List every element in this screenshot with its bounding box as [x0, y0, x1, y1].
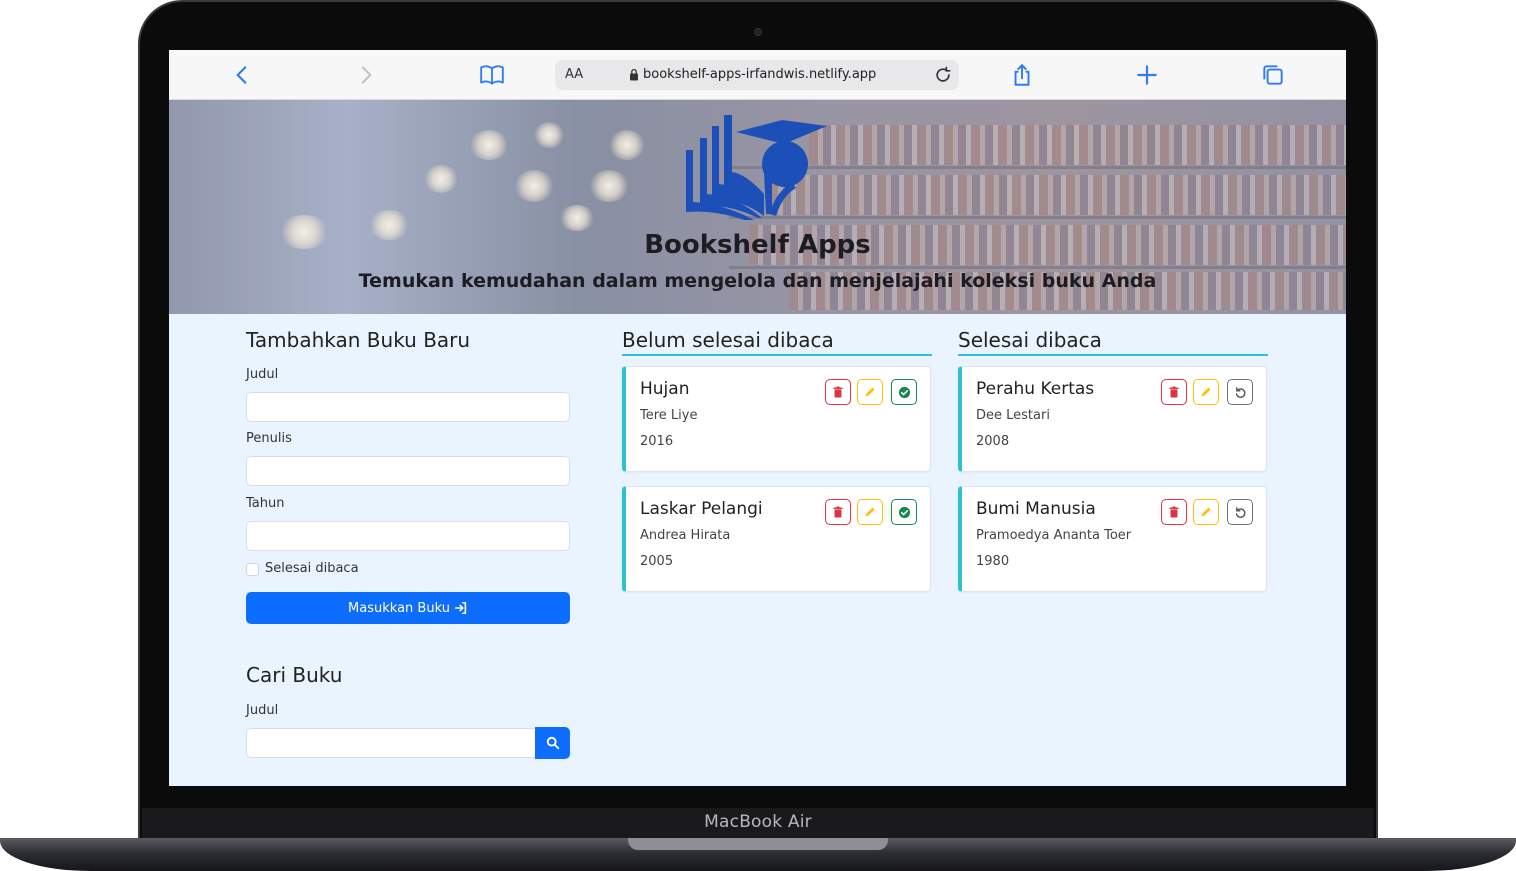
mark-unread-button[interactable] — [1227, 499, 1253, 525]
book-author: Andrea Hirata — [640, 528, 731, 543]
author-input[interactable] — [246, 456, 570, 486]
mark-unread-button[interactable] — [1227, 379, 1253, 405]
title-label: Judul — [246, 367, 279, 382]
read-heading: Selesai dibaca — [958, 328, 1268, 356]
address-bar[interactable]: AA bookshelf-apps-irfandwis.netlify.app — [555, 60, 959, 90]
laptop-notch — [628, 838, 888, 850]
share-icon[interactable] — [1009, 62, 1035, 88]
book-card: Hujan Tere Liye 2016 — [622, 366, 931, 472]
book-author: Tere Liye — [640, 408, 698, 423]
search-icon — [546, 736, 559, 750]
reload-icon[interactable] — [933, 65, 953, 85]
search-label: Judul — [246, 703, 279, 718]
book-year: 1980 — [976, 554, 1010, 569]
book-card: Perahu Kertas Dee Lestari 2008 — [958, 366, 1267, 472]
complete-checkbox-label: Selesai dibaca — [265, 561, 359, 576]
delete-button[interactable] — [825, 499, 851, 525]
screen: AA bookshelf-apps-irfandwis.netlify.app — [169, 50, 1346, 786]
new-tab-icon[interactable] — [1134, 62, 1160, 88]
app-title: Bookshelf Apps — [644, 230, 871, 260]
author-label: Penulis — [246, 431, 292, 446]
book-title: Laskar Pelangi — [640, 499, 763, 519]
mark-complete-button[interactable] — [891, 379, 917, 405]
sign-in-icon — [454, 601, 467, 615]
book-title: Hujan — [640, 379, 690, 399]
hero-banner: Bookshelf Apps Temukan kemudahan dalam m… — [169, 100, 1346, 314]
book-card: Laskar Pelangi Andrea Hirata 2005 — [622, 486, 931, 592]
book-card: Bumi Manusia Pramoedya Ananta Toer 1980 — [958, 486, 1267, 592]
submit-book-label: Masukkan Buku — [348, 600, 450, 616]
device-label: MacBook Air — [704, 812, 812, 832]
delete-button[interactable] — [1161, 499, 1187, 525]
year-input[interactable] — [246, 521, 570, 551]
submit-book-button[interactable]: Masukkan Buku — [246, 592, 570, 624]
reader-aa-button[interactable]: AA — [565, 67, 583, 82]
trash-icon — [833, 506, 843, 518]
mark-complete-button[interactable] — [891, 499, 917, 525]
forward-icon[interactable] — [353, 62, 379, 88]
edit-button[interactable] — [1193, 379, 1219, 405]
pencil-icon — [865, 507, 875, 517]
search-input[interactable] — [246, 728, 536, 758]
book-year: 2005 — [640, 554, 674, 569]
book-year: 2016 — [640, 434, 674, 449]
bookshelf-logo-icon — [686, 115, 827, 220]
search-button[interactable] — [535, 727, 570, 759]
pencil-icon — [1201, 387, 1211, 397]
url-text[interactable]: bookshelf-apps-irfandwis.netlify.app — [643, 67, 876, 82]
unread-heading: Belum selesai dibaca — [622, 328, 932, 356]
camera — [754, 28, 762, 36]
title-input[interactable] — [246, 392, 570, 422]
edit-button[interactable] — [857, 379, 883, 405]
delete-button[interactable] — [1161, 379, 1187, 405]
check-circle-icon — [898, 386, 910, 398]
edit-button[interactable] — [1193, 499, 1219, 525]
trash-icon — [833, 386, 843, 398]
trash-icon — [1169, 386, 1179, 398]
undo-icon — [1235, 386, 1245, 398]
pencil-icon — [1201, 507, 1211, 517]
lock-icon — [630, 68, 638, 81]
bookmarks-icon[interactable] — [479, 62, 505, 88]
add-book-heading: Tambahkan Buku Baru — [246, 328, 471, 352]
book-title: Perahu Kertas — [976, 379, 1095, 399]
book-author: Pramoedya Ananta Toer — [976, 528, 1132, 543]
complete-checkbox[interactable] — [246, 563, 259, 576]
check-circle-icon — [898, 506, 910, 518]
tabs-icon[interactable] — [1260, 62, 1286, 88]
book-year: 2008 — [976, 434, 1010, 449]
pencil-icon — [865, 387, 875, 397]
year-label: Tahun — [246, 496, 285, 511]
app-subtitle: Temukan kemudahan dalam mengelola dan me… — [358, 270, 1157, 292]
book-title: Bumi Manusia — [976, 499, 1096, 519]
undo-icon — [1235, 506, 1245, 518]
book-author: Dee Lestari — [976, 408, 1050, 423]
edit-button[interactable] — [857, 499, 883, 525]
browser-toolbar: AA bookshelf-apps-irfandwis.netlify.app — [169, 50, 1346, 100]
delete-button[interactable] — [825, 379, 851, 405]
back-icon[interactable] — [229, 62, 255, 88]
trash-icon — [1169, 506, 1179, 518]
search-heading: Cari Buku — [246, 663, 343, 687]
